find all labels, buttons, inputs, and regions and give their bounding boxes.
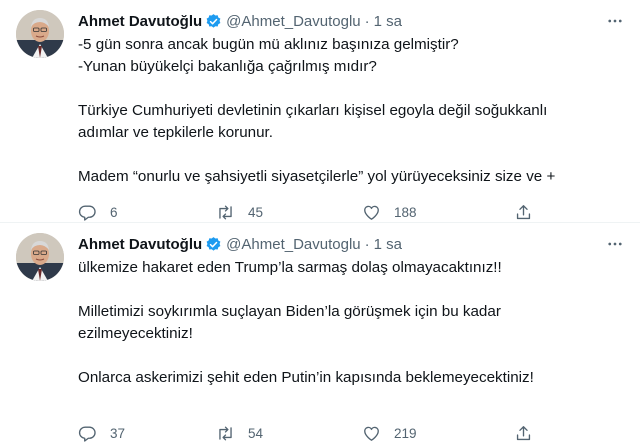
tweet-text: -5 gün sonra ancak bugün mü aklınız başı… xyxy=(78,34,626,188)
tweet[interactable]: Ahmet Davutoğlu @Ahmet_Davutoglu · 1 sa … xyxy=(0,222,640,445)
tweet-line: -5 gün sonra ancak bugün mü aklınız başı… xyxy=(78,36,459,53)
timeline: Ahmet Davutoğlu @Ahmet_Davutoglu · 1 sa … xyxy=(0,0,640,445)
author-handle[interactable]: @Ahmet_Davutoglu xyxy=(226,13,360,30)
retweet-icon xyxy=(219,204,232,220)
tweet-line: Türkiye Cumhuriyeti devletinin çıkarları… xyxy=(78,102,548,119)
tweet-line: adımlar ve tepkilerle korunur. xyxy=(78,124,273,141)
timestamp[interactable]: 1 sa xyxy=(374,13,402,30)
tweet-header: Ahmet Davutoğlu @Ahmet_Davutoglu · 1 sa xyxy=(78,233,626,255)
reply-icon xyxy=(78,425,96,442)
reply-count: 6 xyxy=(110,204,118,220)
verified-badge-icon xyxy=(206,236,221,251)
tweet-text: ülkemize hakaret eden Trump’la sarmaş do… xyxy=(78,257,626,389)
tweet-actions: 37 54 219 xyxy=(78,423,626,443)
share-icon xyxy=(516,204,531,219)
verified-badge-icon xyxy=(206,13,221,28)
retweet-count: 54 xyxy=(248,425,264,441)
avatar[interactable] xyxy=(16,233,64,281)
separator-dot: · xyxy=(364,235,370,253)
share-icon xyxy=(516,425,531,440)
reply-icon xyxy=(78,204,96,221)
heart-icon xyxy=(364,205,379,220)
tweet-line: -Yunan büyükelçi bakanlığa çağrılmış mıd… xyxy=(78,58,377,75)
tweet-line: Milletimizi soykırımla suçlayan Biden’la… xyxy=(78,303,501,320)
more-horizontal-icon[interactable] xyxy=(604,10,626,32)
like-count: 188 xyxy=(394,204,417,220)
like-button[interactable]: 219 xyxy=(362,423,514,443)
reply-button[interactable]: 6 xyxy=(78,202,216,222)
tweet-content: Ahmet Davutoğlu @Ahmet_Davutoglu · 1 sa … xyxy=(78,10,626,188)
retweet-button[interactable]: 54 xyxy=(216,423,362,443)
heart-icon xyxy=(364,426,379,441)
tweet-line: Madem “onurlu ve şahsiyetli siyasetçiler… xyxy=(78,168,556,185)
reply-count: 37 xyxy=(110,425,126,441)
author-handle[interactable]: @Ahmet_Davutoglu xyxy=(226,236,360,253)
like-count: 219 xyxy=(394,425,417,441)
timestamp[interactable]: 1 sa xyxy=(374,236,402,253)
tweet-header: Ahmet Davutoğlu @Ahmet_Davutoglu · 1 sa xyxy=(78,10,626,32)
share-button[interactable] xyxy=(514,202,546,222)
like-button[interactable]: 188 xyxy=(362,202,514,222)
reply-button[interactable]: 37 xyxy=(78,423,216,443)
avatar[interactable] xyxy=(16,10,64,58)
retweet-icon xyxy=(219,425,232,441)
tweet-line: ülkemize hakaret eden Trump’la sarmaş do… xyxy=(78,259,502,276)
retweet-button[interactable]: 45 xyxy=(216,202,362,222)
tweet-content: Ahmet Davutoğlu @Ahmet_Davutoglu · 1 sa … xyxy=(78,233,626,389)
tweet-actions: 6 45 188 xyxy=(78,202,626,222)
more-horizontal-icon[interactable] xyxy=(604,233,626,255)
separator-dot: · xyxy=(364,12,370,30)
tweet-line: ezilmeyecektiniz! xyxy=(78,325,193,342)
retweet-count: 45 xyxy=(248,204,264,220)
tweet-line: Onlarca askerimizi şehit eden Putin’in k… xyxy=(78,369,534,386)
author-name[interactable]: Ahmet Davutoğlu xyxy=(78,13,202,30)
share-button[interactable] xyxy=(514,423,546,443)
tweet[interactable]: Ahmet Davutoğlu @Ahmet_Davutoglu · 1 sa … xyxy=(0,0,640,222)
author-name[interactable]: Ahmet Davutoğlu xyxy=(78,236,202,253)
